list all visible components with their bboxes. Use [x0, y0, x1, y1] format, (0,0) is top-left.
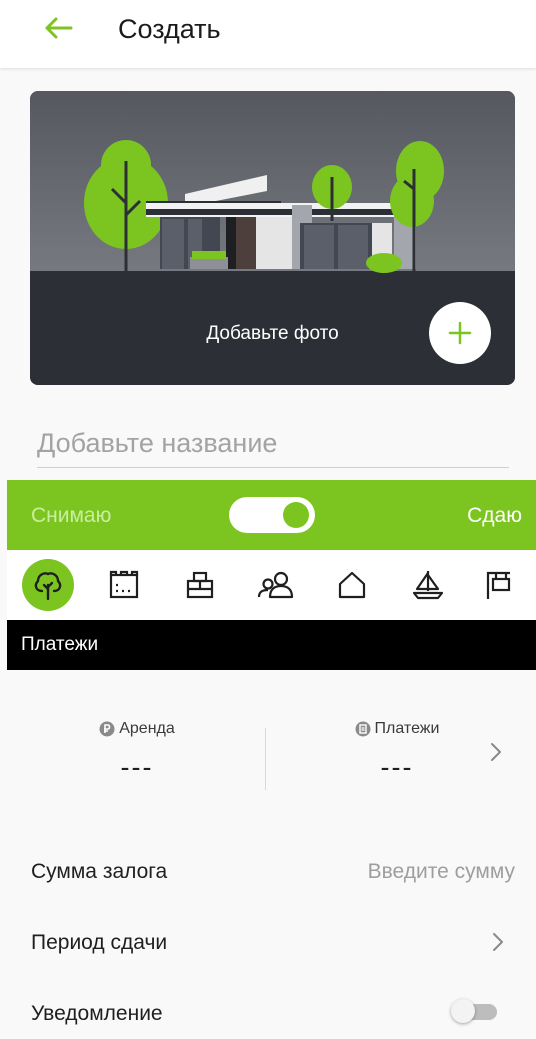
category-people[interactable] [250, 559, 302, 611]
category-building[interactable] [98, 559, 150, 611]
category-house[interactable] [326, 559, 378, 611]
people-icon [257, 571, 294, 599]
payments-section-header: Платежи [7, 620, 536, 670]
rent-stat-header: Аренда [37, 720, 237, 738]
payments-stat: Платежи --- [297, 720, 497, 783]
category-selector [7, 550, 536, 620]
mode-rent-out-label[interactable]: Сдаю [467, 504, 522, 528]
notification-switch[interactable] [451, 999, 499, 1023]
deposit-input[interactable]: Введите сумму [368, 860, 515, 884]
switch-thumb [451, 999, 475, 1023]
mode-rent-in-label[interactable]: Снимаю [31, 504, 111, 528]
rent-icon [99, 721, 115, 737]
receipt-icon [355, 721, 371, 737]
deposit-row: Сумма залога Введите сумму [7, 846, 536, 896]
boat-icon [412, 571, 444, 600]
mode-switch-bar: Снимаю Сдаю [7, 480, 536, 550]
category-sign[interactable] [472, 559, 524, 611]
notification-label: Уведомление [31, 1002, 163, 1025]
chevron-right-icon [493, 933, 503, 951]
chevron-right-icon [491, 743, 501, 761]
notification-row: Уведомление [7, 988, 536, 1038]
add-photo-button[interactable] [429, 302, 491, 364]
category-tree[interactable] [22, 559, 74, 611]
page-title: Создать [118, 14, 221, 44]
name-field [37, 420, 509, 468]
stats-divider [265, 728, 266, 790]
rental-period-label: Период сдачи [31, 931, 168, 954]
deposit-label: Сумма залога [31, 860, 168, 883]
payments-stat-header: Платежи [297, 720, 497, 738]
toggle-knob [283, 502, 309, 528]
building-icon [109, 570, 139, 599]
mode-toggle[interactable] [229, 497, 315, 533]
plus-icon [448, 321, 472, 345]
category-boat[interactable] [402, 559, 454, 611]
rental-period-row[interactable]: Период сдачи [7, 917, 536, 967]
payments-value: --- [380, 752, 414, 782]
rent-stat: Аренда --- [37, 720, 237, 783]
name-input[interactable] [37, 420, 509, 467]
rent-label: Аренда [119, 720, 175, 737]
app-bar: Создать [0, 0, 536, 68]
office-icon [186, 571, 214, 599]
arrow-left-icon [45, 17, 73, 39]
payment-stats[interactable]: Аренда --- Платежи --- [7, 670, 536, 830]
house-icon [338, 571, 366, 599]
tree-icon [34, 572, 62, 601]
back-button[interactable] [38, 10, 78, 46]
rent-value: --- [120, 752, 154, 782]
photo-card[interactable]: Добавьте фото [30, 91, 515, 385]
category-office[interactable] [174, 559, 226, 611]
sign-icon [486, 571, 511, 599]
payments-label: Платежи [374, 720, 440, 737]
